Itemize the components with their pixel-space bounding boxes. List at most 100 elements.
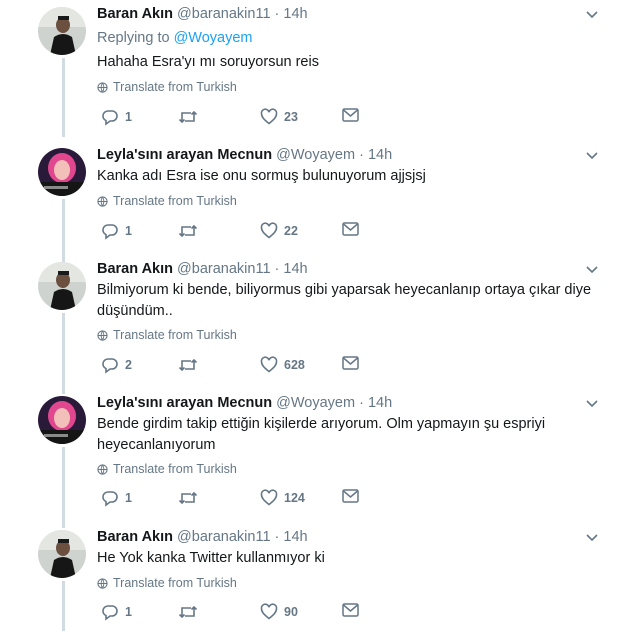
tweet-text: Hahaha Esra'yı mı soruyorsun reis	[97, 52, 617, 73]
envelope-icon	[342, 489, 359, 503]
retweet-icon	[178, 224, 198, 238]
thread-connector	[62, 447, 65, 528]
avatar[interactable]	[38, 530, 86, 578]
direct-message-action[interactable]	[342, 489, 359, 503]
separator: ·	[274, 261, 280, 277]
reply-action[interactable]: 1	[101, 222, 132, 240]
tweet-text-line: He Yok kanka Twitter kullanmıyor ki	[97, 550, 325, 566]
replying-label: Replying to	[97, 30, 170, 46]
tweet[interactable]: Leyla'sını arayan Mecnun @Woyayem · 14h …	[0, 389, 635, 528]
retweet-icon	[178, 605, 198, 619]
globe-icon	[97, 81, 108, 93]
translate-label: Translate from Turkish	[113, 328, 237, 342]
globe-icon	[97, 329, 108, 341]
tweet-text-line: düşündüm..	[97, 303, 173, 319]
envelope-icon	[342, 222, 359, 236]
tweet-header: Baran Akın @baranakin11 · 14h	[97, 529, 308, 545]
timestamp[interactable]: 14h	[368, 395, 392, 411]
direct-message-action[interactable]	[342, 108, 359, 122]
chevron-down-icon[interactable]	[584, 263, 600, 277]
separator: ·	[274, 6, 280, 22]
direct-message-action[interactable]	[342, 222, 359, 236]
tweet[interactable]: Baran Akın @baranakin11 · 14h He Yok kan…	[0, 523, 635, 631]
translate-link[interactable]: Translate from Turkish	[97, 576, 237, 590]
tweet-actions: 1 23	[97, 108, 367, 130]
heart-icon	[260, 222, 278, 239]
reply-action[interactable]: 2	[101, 356, 132, 374]
reply-icon	[102, 605, 118, 621]
translate-link[interactable]: Translate from Turkish	[97, 328, 237, 342]
reply-action[interactable]: 1	[101, 108, 132, 126]
display-name[interactable]: Baran Akın	[97, 529, 173, 545]
chevron-down-icon[interactable]	[584, 397, 600, 411]
like-count: 124	[284, 490, 305, 505]
reply-action[interactable]: 1	[101, 603, 132, 621]
thread-connector	[62, 58, 65, 137]
timestamp[interactable]: 14h	[283, 261, 307, 277]
user-handle[interactable]: @Woyayem	[276, 147, 355, 163]
user-handle[interactable]: @baranakin11	[177, 6, 270, 22]
avatar[interactable]	[38, 396, 86, 444]
heart-icon	[260, 489, 278, 506]
display-name[interactable]: Baran Akın	[97, 6, 173, 22]
globe-icon	[97, 195, 108, 207]
reply-icon	[102, 224, 118, 240]
tweet[interactable]: Baran Akın @baranakin11 · 14h Bilmiyorum…	[0, 255, 635, 394]
translate-label: Translate from Turkish	[113, 576, 237, 590]
tweet-actions: 1 90	[97, 603, 367, 625]
tweet[interactable]: Baran Akın @baranakin11 · 14h Replying t…	[0, 0, 635, 137]
retweet-action[interactable]	[178, 108, 204, 126]
chevron-down-icon[interactable]	[584, 531, 600, 545]
tweet-text-line: Bilmiyorum ki bende, biliyormus gibi yap…	[97, 282, 592, 298]
retweet-action[interactable]	[178, 356, 204, 374]
display-name[interactable]: Leyla'sını arayan Mecnun	[97, 395, 272, 411]
timestamp[interactable]: 14h	[283, 529, 307, 545]
like-action[interactable]: 90	[260, 603, 298, 620]
tweet-text: Bilmiyorum ki bende, biliyormus gibi yap…	[97, 280, 617, 322]
direct-message-action[interactable]	[342, 603, 359, 617]
timestamp[interactable]: 14h	[368, 147, 392, 163]
avatar[interactable]	[38, 148, 86, 196]
retweet-icon	[178, 491, 198, 505]
chevron-down-icon[interactable]	[584, 8, 600, 22]
user-handle[interactable]: @Woyayem	[276, 395, 355, 411]
tweet-text: Bende girdim takip ettiğin kişilerde arı…	[97, 414, 617, 456]
timestamp[interactable]: 14h	[283, 6, 307, 22]
like-action[interactable]: 23	[260, 108, 298, 125]
direct-message-action[interactable]	[342, 356, 359, 370]
separator: ·	[359, 395, 364, 411]
user-handle[interactable]: @baranakin11	[177, 261, 270, 277]
tweet-text: He Yok kanka Twitter kullanmıyor ki	[97, 548, 617, 569]
translate-link[interactable]: Translate from Turkish	[97, 80, 237, 94]
translate-label: Translate from Turkish	[113, 80, 237, 94]
translate-link[interactable]: Translate from Turkish	[97, 194, 237, 208]
translate-label: Translate from Turkish	[113, 194, 237, 208]
avatar[interactable]	[38, 262, 86, 310]
avatar[interactable]	[38, 7, 86, 55]
tweet-header: Baran Akın @baranakin11 · 14h	[97, 261, 308, 277]
like-action[interactable]: 628	[260, 356, 305, 373]
tweet[interactable]: Leyla'sını arayan Mecnun @Woyayem · 14h …	[0, 141, 635, 262]
retweet-action[interactable]	[178, 222, 204, 240]
envelope-icon	[342, 603, 359, 617]
retweet-action[interactable]	[178, 489, 204, 507]
tweet-header: Baran Akın @baranakin11 · 14h	[97, 6, 308, 22]
translate-link[interactable]: Translate from Turkish	[97, 462, 237, 476]
like-action[interactable]: 124	[260, 489, 305, 506]
mention-link[interactable]: @Woyayem	[174, 30, 253, 46]
display-name[interactable]: Baran Akın	[97, 261, 173, 277]
display-name[interactable]: Leyla'sını arayan Mecnun	[97, 147, 272, 163]
tweet-text-line: Bende girdim takip ettiğin kişilerde arı…	[97, 416, 546, 432]
reply-icon	[102, 110, 118, 126]
tweet-actions: 2 628	[97, 356, 367, 378]
user-handle[interactable]: @baranakin11	[177, 529, 270, 545]
separator: ·	[274, 529, 280, 545]
chevron-down-icon[interactable]	[584, 149, 600, 163]
thread-connector	[62, 581, 65, 631]
like-action[interactable]: 22	[260, 222, 298, 239]
reply-action[interactable]: 1	[101, 489, 132, 507]
tweet-text: Kanka adı Esra ise onu sormuş bulunuyoru…	[97, 166, 617, 187]
reply-count: 1	[125, 224, 132, 238]
retweet-action[interactable]	[178, 603, 204, 621]
tweet-text-line: Hahaha Esra'yı mı soruyorsun reis	[97, 54, 319, 70]
